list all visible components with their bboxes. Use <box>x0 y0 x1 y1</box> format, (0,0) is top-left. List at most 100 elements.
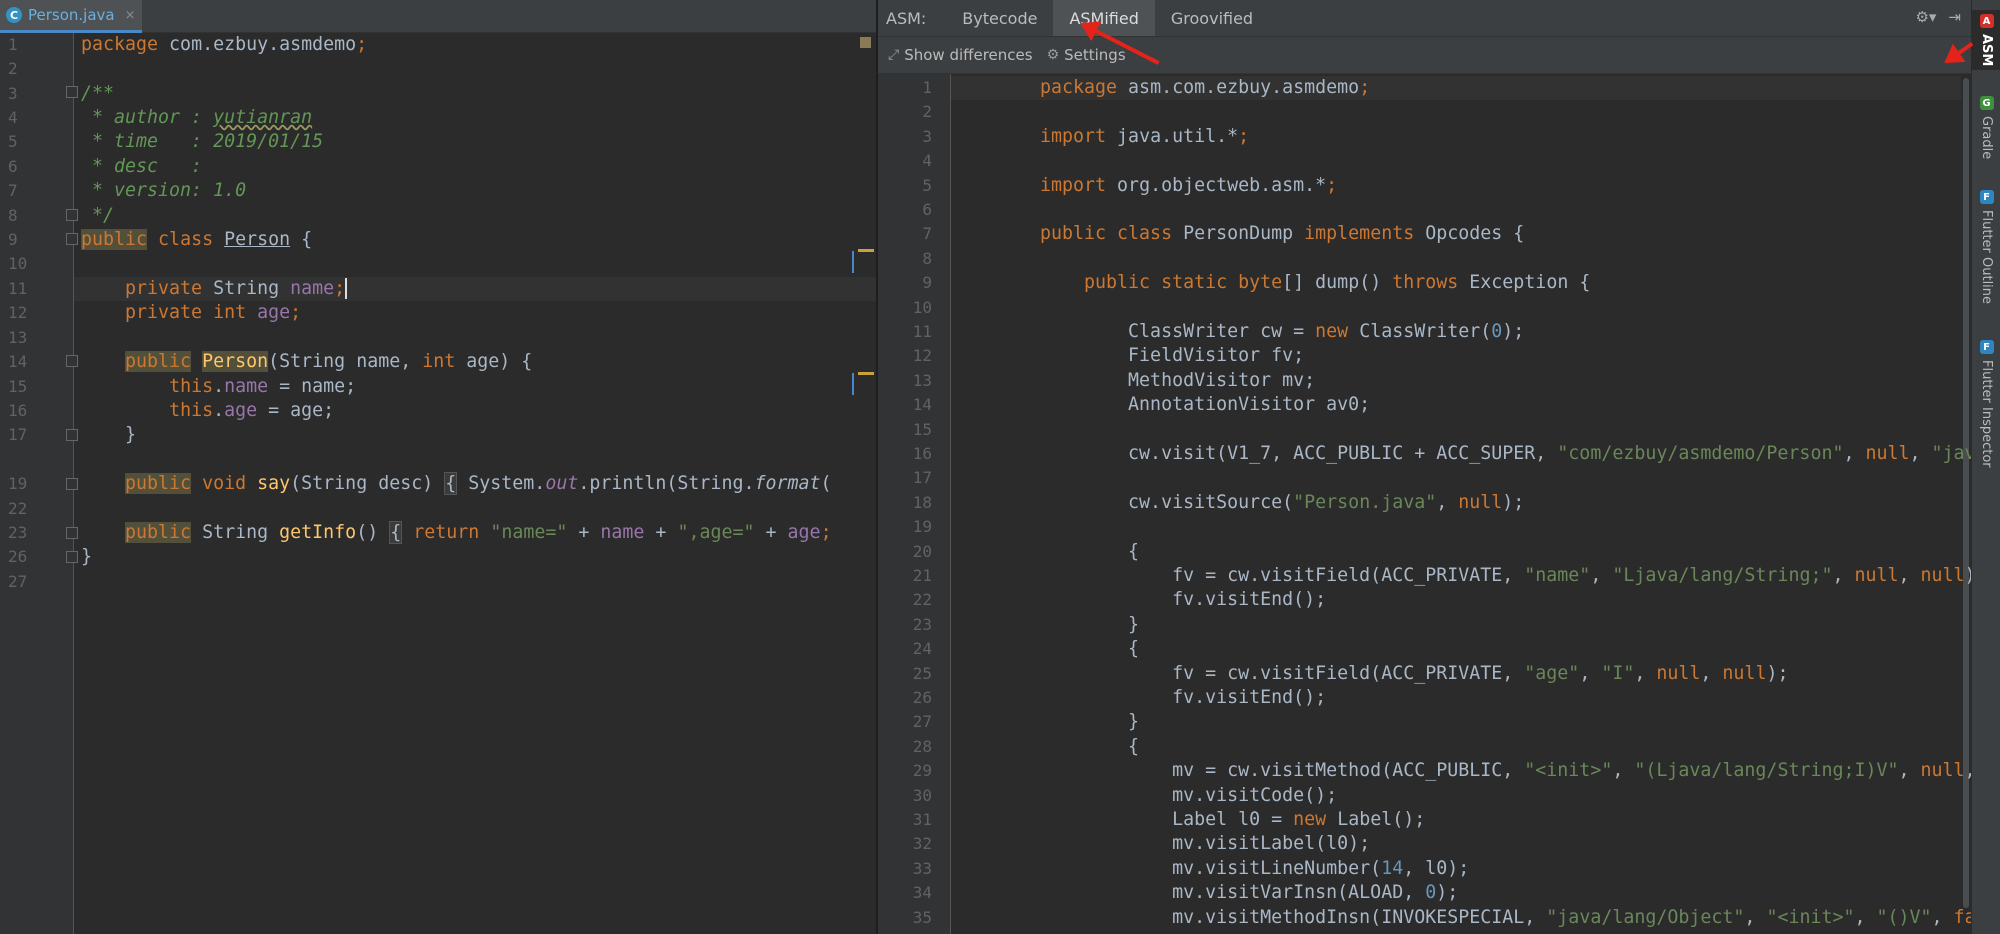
code-line: public void say(String desc) { System.ou… <box>81 472 832 496</box>
fold-marker[interactable] <box>66 209 78 221</box>
code-line: mv.visitVarInsn(ALOAD, 0); <box>1040 881 1458 905</box>
line-number: 11 <box>8 279 28 298</box>
line-number: 29 <box>912 761 932 781</box>
fold-marker[interactable] <box>66 478 78 490</box>
line-number: 8 <box>8 206 18 225</box>
settings-icon: ⚙ <box>1046 47 1060 63</box>
asm-tool-tab[interactable]: A ASM <box>1972 10 2000 71</box>
code-token: age <box>787 522 821 543</box>
flutter-inspector-tool-tab[interactable]: F Flutter Inspector <box>1972 340 2000 468</box>
code-token: com.ezbuy.asmdemo <box>158 34 357 55</box>
line-number: 12 <box>912 346 932 366</box>
code-token: () <box>356 522 390 543</box>
line-number: 16 <box>912 444 932 463</box>
vertical-scrollbar[interactable] <box>1961 74 1971 934</box>
code-token: public <box>81 229 148 250</box>
code-token: cw.visit(V1_7, ACC_PUBLIC + ACC_SUPER, <box>1040 443 1558 464</box>
code-token: ; <box>356 34 368 55</box>
code-line: package com.ezbuy.asmdemo; <box>81 33 367 57</box>
code-line: } <box>81 424 137 445</box>
fold-marker[interactable] <box>66 429 78 441</box>
code-token: package <box>81 34 159 55</box>
fold-marker[interactable] <box>66 527 78 539</box>
code-token: "age" <box>1524 662 1580 684</box>
settings-button[interactable]: ⚙ Settings <box>1047 46 1126 64</box>
code-token: Person <box>202 351 269 372</box>
code-token: , <box>1436 491 1459 513</box>
tab-groovified[interactable]: Groovified <box>1155 0 1269 36</box>
line-number: 7 <box>8 181 18 200</box>
code-token: fv = cw.visitField(ACC_PRIVATE, <box>1040 565 1525 586</box>
code-token: ); <box>1502 491 1525 513</box>
folded-region[interactable]: { <box>444 472 458 495</box>
code-token: ( <box>820 473 832 494</box>
code-token: int <box>422 351 456 372</box>
code-token: , <box>1898 565 1921 586</box>
code-token: , <box>1700 662 1723 684</box>
line-number: 2 <box>8 59 18 78</box>
line-number: 27 <box>8 572 28 591</box>
code-token: + <box>644 522 678 543</box>
code-token: (String name, <box>268 351 423 372</box>
code-line: * time : 2019/01/15 <box>81 130 323 154</box>
code-line: /** <box>81 83 115 104</box>
fold-marker[interactable] <box>66 233 78 245</box>
line-number: 31 <box>912 810 932 829</box>
code-token: , <box>1634 662 1657 684</box>
code-token: = name; <box>268 376 357 397</box>
code-token: "com/ezbuy/asmdemo/Person" <box>1557 443 1844 464</box>
gear-icon[interactable]: ⚙▾ <box>1915 8 1936 26</box>
code-token: , <box>1590 565 1613 586</box>
inspection-status-icon[interactable] <box>860 37 871 48</box>
code-token: PersonDump <box>1172 223 1305 245</box>
code-token: ); <box>1436 882 1459 904</box>
show-differences-button[interactable]: ⤢ Show differences <box>888 46 1033 64</box>
code-token: String <box>213 278 280 299</box>
code-line: } <box>1040 711 1140 733</box>
file-tab[interactable]: C Person.java × <box>0 0 142 33</box>
code-token: int <box>213 302 247 323</box>
line-number: 14 <box>8 352 28 371</box>
code-token: format <box>754 473 821 494</box>
code-token: implements <box>1304 223 1415 245</box>
flutter-outline-tool-tab[interactable]: F Flutter Outline <box>1972 190 2000 304</box>
code-line: cw.visit(V1_7, ACC_PUBLIC + ACC_SUPER, "… <box>1040 442 2000 466</box>
line-number: 6 <box>8 157 18 176</box>
code-token: mv.visitVarInsn(ALOAD, <box>1040 882 1426 904</box>
folded-region[interactable]: { <box>389 521 403 544</box>
code-line: * version: 1.0 <box>81 180 247 201</box>
pin-icon[interactable]: ⇥ <box>1948 8 1961 26</box>
code-line: } <box>81 546 93 567</box>
code-line: private String name; <box>81 277 348 301</box>
tab-asmified[interactable]: ASMified <box>1053 0 1155 36</box>
code-token: null <box>1458 491 1503 513</box>
code-token: import <box>1040 125 1107 147</box>
code-token: cw.visitSource( <box>1040 491 1294 513</box>
java-editor[interactable]: C Person.java × 1 2 3 4 5 6 7 8 9 10 11 12 13 14 15 16 1… <box>0 0 876 934</box>
line-number: 12 <box>8 303 28 322</box>
code-token: { <box>290 229 313 250</box>
asm-viewer-panel: ASM: Bytecode ASMified Groovified ⚙▾ ⇥ ⤢… <box>878 0 2000 934</box>
line-number: 1 <box>8 35 18 54</box>
close-icon[interactable]: × <box>125 8 136 23</box>
line-number: 23 <box>8 523 28 542</box>
code-token: + <box>754 522 788 543</box>
code-token: name <box>600 522 645 543</box>
code-line: this.name = name; <box>81 375 356 399</box>
fold-marker[interactable] <box>66 86 78 98</box>
fold-marker[interactable] <box>66 551 78 563</box>
code-token: this <box>169 376 214 397</box>
tab-bytecode[interactable]: Bytecode <box>946 0 1053 36</box>
code-token: Opcodes { <box>1414 223 1525 245</box>
gradle-tool-tab[interactable]: G Gradle <box>1972 96 2000 159</box>
fold-marker[interactable] <box>66 355 78 367</box>
line-number: 15 <box>8 377 28 396</box>
code-token: , <box>1909 443 1932 464</box>
code-token: , l0); <box>1403 857 1470 879</box>
code-token: Label l0 = <box>1040 809 1294 830</box>
code-token: null <box>1656 662 1701 684</box>
asm-icon: A <box>1979 14 1994 28</box>
code-token: age <box>246 302 291 323</box>
code-token: private <box>81 278 214 299</box>
